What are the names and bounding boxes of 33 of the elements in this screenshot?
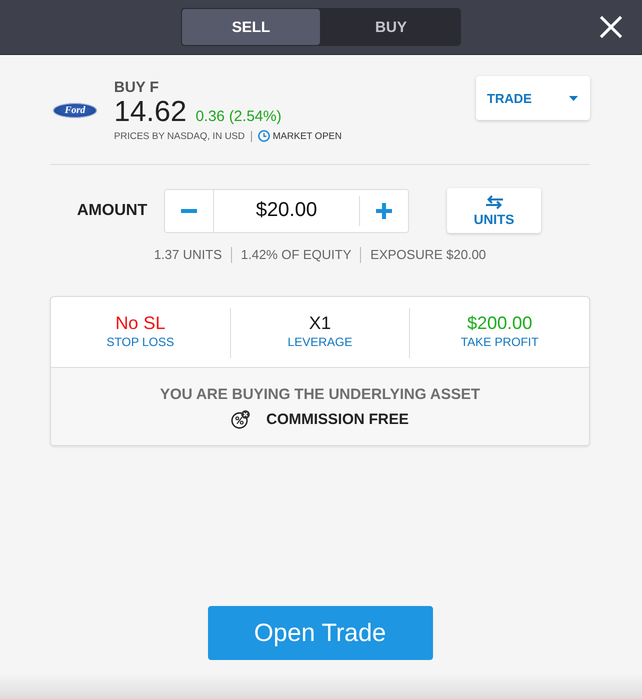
close-icon <box>600 16 622 38</box>
position-info: 1.37 UNITS <box>152 247 223 263</box>
setting-value: $200.00 <box>467 312 532 334</box>
instrument-title: BUY F <box>114 79 159 97</box>
setting-link[interactable]: LEVERAGE <box>288 334 352 350</box>
brand-logo: Ford <box>53 103 97 118</box>
side-tab[interactable]: BUY <box>321 8 461 46</box>
order-type-dropdown[interactable]: TRADE <box>476 76 590 120</box>
price-change: 0.36 (2.54%) <box>196 108 282 125</box>
open-trade-button[interactable]: Open Trade <box>208 606 432 660</box>
caret-icon <box>569 96 578 100</box>
units-toggle-button[interactable]: UNITS <box>447 188 541 233</box>
clock-icon <box>258 130 270 142</box>
price-text: 14.62 <box>114 97 187 127</box>
position-info: EXPOSURE $20.00 <box>360 247 496 263</box>
minus-icon <box>181 208 197 212</box>
setting-link[interactable]: STOP LOSS <box>106 334 174 350</box>
market-status: MARKET OPEN <box>272 130 342 142</box>
setting-value: X1 <box>308 312 332 334</box>
plus-icon <box>376 202 392 218</box>
swap-icon <box>486 194 502 208</box>
setting-link[interactable]: TAKE PROFIT <box>460 334 539 350</box>
price-source: PRICES BY NASDAQ, IN USD <box>114 130 245 142</box>
side-tab[interactable]: SELL <box>181 8 321 46</box>
amount-field[interactable]: $20.00 <box>164 188 409 232</box>
position-info: 1.42% OF EQUITY <box>230 247 360 263</box>
commission-icon <box>231 410 250 428</box>
notice-text: YOU ARE BUYING THE UNDERLYING ASSET <box>160 385 480 405</box>
close-button[interactable] <box>600 16 622 38</box>
amount-input[interactable]: $20.00 <box>214 190 359 232</box>
setting-value: No SL <box>115 312 166 334</box>
amount-label: AMOUNT <box>76 202 148 220</box>
commission-text: COMMISSION FREE <box>266 410 409 428</box>
